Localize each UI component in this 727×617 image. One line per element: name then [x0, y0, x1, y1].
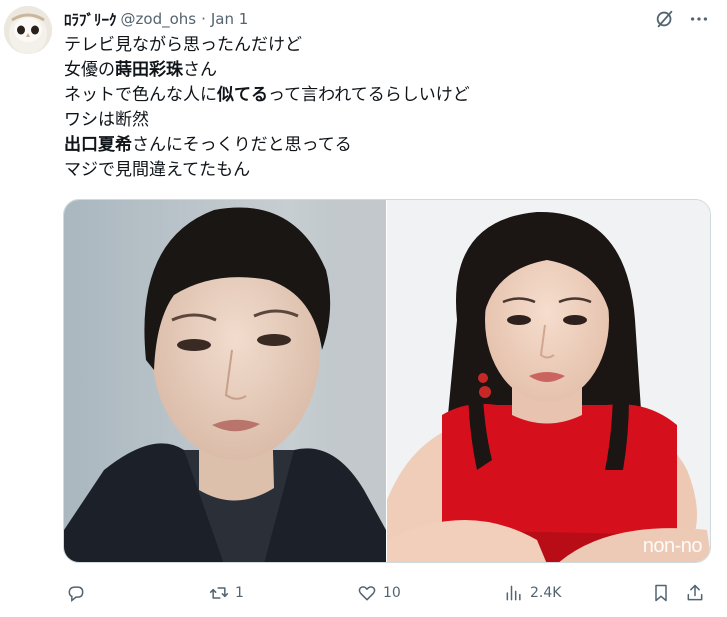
- tweet-line: ワシは断然: [64, 108, 704, 133]
- owl-avatar-icon: [4, 6, 52, 54]
- tweet-actions: 1 10 2.4K: [58, 578, 718, 608]
- like-count: 10: [383, 585, 401, 601]
- reply-button[interactable]: [66, 578, 92, 608]
- tweet-text-segment: ネットで色んな人に: [64, 85, 217, 105]
- views-count: 2.4K: [530, 585, 562, 601]
- retweet-button[interactable]: 1: [209, 578, 244, 608]
- tweet-line: マジで見間違えてたもん: [64, 158, 704, 183]
- tweet-date[interactable]: Jan 1: [211, 10, 248, 28]
- photo-right[interactable]: non-no: [387, 200, 710, 562]
- tweet-text-segment: さん: [183, 60, 217, 80]
- reply-icon: [68, 586, 84, 603]
- tweet-line: テレビ見ながら思ったんだけど: [64, 33, 704, 58]
- views-button[interactable]: 2.4K: [504, 578, 561, 608]
- tweet-line: 出口夏希さんにそっくりだと思ってる: [64, 133, 704, 158]
- retweet-icon: [209, 587, 229, 599]
- share-button[interactable]: [685, 578, 705, 608]
- tweet-text-bold: 出口夏希: [64, 135, 132, 155]
- photo-watermark: non-no: [643, 535, 703, 557]
- share-icon: [687, 584, 703, 601]
- avatar[interactable]: [4, 6, 52, 54]
- tweet-text-segment: さんにそっくりだと思ってる: [132, 135, 352, 155]
- views-icon: [506, 585, 521, 601]
- tweet-text-segment: マジで見間違えてたもん: [64, 160, 251, 180]
- display-name[interactable]: ﾛﾗﾌﾞﾘｰｸ: [64, 9, 117, 30]
- tweet-text-bold: 蒔田彩珠: [115, 60, 183, 80]
- retweet-count: 1: [235, 585, 244, 601]
- tweet-text-segment: 女優の: [64, 60, 115, 80]
- tweet-text-segment: テレビ見ながら思ったんだけど: [64, 35, 302, 55]
- like-button[interactable]: 10: [357, 578, 401, 608]
- tweet-line: ネットで色んな人に似てるって言われてるらしいけど: [64, 83, 704, 108]
- tweet-text: テレビ見ながら思ったんだけど 女優の蒔田彩珠さん ネットで色んな人に似てるって言われ…: [64, 33, 704, 183]
- tweet-text-segment: ワシは断然: [64, 110, 149, 130]
- heart-icon: [358, 586, 376, 601]
- tweet-media[interactable]: non-no: [63, 199, 711, 563]
- tweet-header: ﾛﾗﾌﾞﾘｰｸ @zod_ohs · Jan 1: [64, 8, 248, 30]
- bookmark-icon: [655, 584, 667, 602]
- grok-icon[interactable]: [654, 8, 676, 30]
- bookmark-button[interactable]: [651, 578, 671, 608]
- user-handle[interactable]: @zod_ohs: [121, 10, 197, 28]
- photo-left[interactable]: [64, 200, 386, 562]
- separator-dot: ·: [201, 10, 206, 28]
- tweet-text-segment: って言われてるらしいけど: [268, 85, 470, 105]
- tweet-text-bold: 似てる: [217, 85, 268, 105]
- tweet-line: 女優の蒔田彩珠さん: [64, 58, 704, 83]
- more-options-icon[interactable]: [688, 8, 710, 30]
